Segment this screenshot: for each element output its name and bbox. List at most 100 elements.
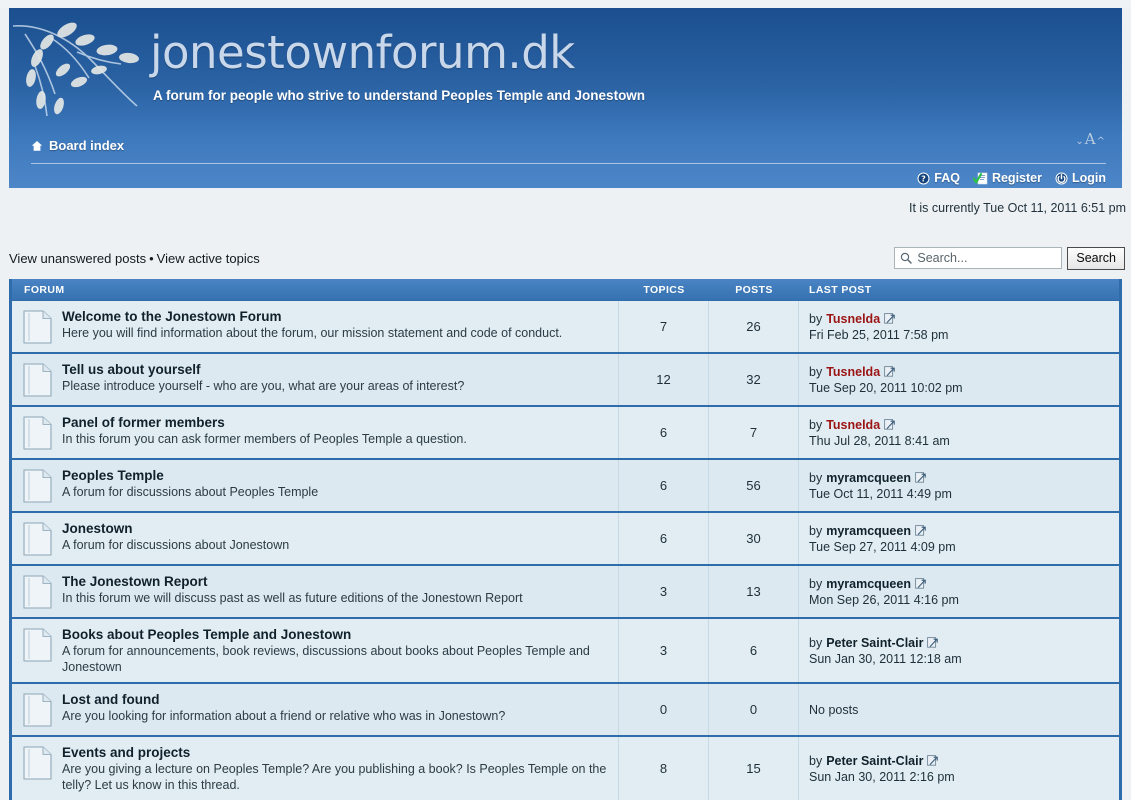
forum-title[interactable]: Lost and found (62, 692, 505, 708)
forum-cell: Events and projects Are you giving a lect… (12, 737, 619, 800)
last-post-date: Sun Jan 30, 2011 12:18 am (809, 651, 962, 666)
goto-last-post-icon[interactable] (927, 637, 939, 648)
table-row[interactable]: Welcome to the Jonestown Forum Here you w… (12, 301, 1119, 354)
faq-icon: ? (917, 172, 930, 184)
forum-title[interactable]: The Jonestown Report (62, 574, 523, 590)
column-header-forum: FORUM (24, 283, 65, 296)
last-post-author[interactable]: Tusnelda (826, 311, 880, 327)
goto-last-post-icon[interactable] (915, 578, 926, 589)
font-size-control[interactable]: ⌄A^ (1075, 130, 1106, 148)
forum-title[interactable]: Events and projects (62, 745, 610, 761)
posts-count: 30 (709, 513, 799, 564)
posts-count: 7 (709, 407, 799, 458)
last-post-by-label: by (809, 523, 823, 538)
table-row[interactable]: Books about Peoples Temple and Jonestown… (12, 619, 1119, 684)
last-post-author[interactable]: Peter Saint-Clair (826, 635, 923, 651)
forum-cell: Tell us about yourself Please introduce y… (12, 354, 619, 405)
faq-link[interactable]: ? FAQ (917, 171, 960, 185)
last-post-date: Tue Sep 20, 2011 10:02 pm (809, 380, 963, 395)
posts-count: 15 (709, 737, 799, 800)
posts-count: 32 (709, 354, 799, 405)
goto-last-post-icon[interactable] (915, 472, 926, 483)
view-unanswered-posts-link[interactable]: View unanswered posts (9, 251, 146, 266)
forum-cell: Books about Peoples Temple and Jonestown… (12, 619, 619, 682)
table-row[interactable]: Peoples Temple A forum for discussions ab… (12, 460, 1119, 513)
forum-description: A forum for discussions about Peoples Te… (62, 485, 319, 499)
forum-folder-icon (23, 469, 52, 503)
forum-description: A forum for announcements, book reviews,… (62, 644, 590, 674)
forum-title[interactable]: Books about Peoples Temple and Jonestown (62, 627, 610, 643)
site-title[interactable]: jonestownforum.dk (150, 26, 575, 79)
last-post-author[interactable]: Peter Saint-Clair (826, 753, 923, 769)
search-input[interactable]: Search... (894, 247, 1063, 269)
goto-last-post-icon[interactable] (884, 313, 895, 324)
forum-folder-icon (23, 693, 52, 727)
column-header-topics: TOPICS (643, 283, 685, 296)
faq-label[interactable]: FAQ (934, 171, 960, 185)
topics-count: 3 (619, 566, 709, 617)
site-header: jonestownforum.dk A forum for people who… (9, 8, 1122, 188)
posts-count: 26 (709, 301, 799, 352)
register-link[interactable]: Register (972, 171, 1042, 185)
posts-count: 0 (709, 684, 799, 735)
forum-cell: Panel of former members In this forum you… (12, 407, 619, 458)
topics-count: 7 (619, 301, 709, 352)
last-post-author[interactable]: myramcqueen (826, 470, 911, 486)
posts-count: 6 (709, 619, 799, 682)
last-post-cell: by Tusnelda Thu Jul 28, 2011 8:41 am (799, 407, 1119, 458)
register-label[interactable]: Register (992, 171, 1042, 185)
forum-title[interactable]: Welcome to the Jonestown Forum (62, 309, 562, 325)
search-placeholder: Search... (917, 251, 968, 265)
forum-folder-icon (23, 363, 52, 397)
forum-page: jonestownforum.dk A forum for people who… (0, 8, 1131, 800)
login-link[interactable]: Login (1055, 171, 1106, 185)
last-post-cell: by Peter Saint-Clair Sun Jan 30, 2011 12:1… (799, 619, 1119, 682)
forum-list-table: FORUM TOPICS POSTS LAST POST Welcome to … (9, 279, 1122, 800)
goto-last-post-icon[interactable] (884, 366, 895, 377)
search-button[interactable]: Search (1067, 246, 1125, 270)
posts-count: 13 (709, 566, 799, 617)
table-row[interactable]: The Jonestown Report In this forum we wil… (12, 566, 1119, 619)
last-post-author[interactable]: myramcqueen (826, 576, 911, 592)
table-row[interactable]: Panel of former members In this forum you… (12, 407, 1119, 460)
magnifier-icon (901, 252, 913, 264)
topics-count: 6 (619, 513, 709, 564)
table-row[interactable]: Lost and found Are you looking for inform… (12, 684, 1119, 737)
forum-folder-icon (23, 575, 52, 609)
last-post-author[interactable]: myramcqueen (826, 523, 911, 539)
forum-folder-icon (23, 746, 52, 780)
forum-cell: Jonestown A forum for discussions about J… (12, 513, 619, 564)
goto-last-post-icon[interactable] (927, 755, 939, 766)
last-post-cell: by myramcqueen Tue Sep 27, 2011 4:09 pm (799, 513, 1119, 564)
last-post-author[interactable]: Tusnelda (826, 417, 880, 433)
topics-count: 6 (619, 460, 709, 511)
last-post-cell: No posts (799, 684, 1119, 735)
forum-title[interactable]: Peoples Temple (62, 468, 318, 484)
topics-count: 6 (619, 407, 709, 458)
forum-title[interactable]: Panel of former members (62, 415, 467, 431)
forum-title[interactable]: Tell us about yourself (62, 362, 464, 378)
breadcrumb-label[interactable]: Board index (49, 138, 124, 153)
forum-description: Here you will find information about the… (62, 326, 563, 340)
breadcrumb[interactable]: Board index (31, 138, 124, 153)
font-size-increase-icon[interactable]: ^ (1097, 136, 1106, 147)
column-header-posts: POSTS (735, 283, 773, 296)
last-post-cell: by myramcqueen Mon Sep 26, 2011 4:16 pm (799, 566, 1119, 617)
last-post-by-label: by (809, 635, 823, 650)
goto-last-post-icon[interactable] (884, 419, 895, 430)
action-bar: View unanswered posts • View active topics… (0, 241, 1131, 275)
table-row[interactable]: Events and projects Are you giving a lect… (12, 737, 1119, 800)
font-size-decrease-icon[interactable]: ⌄ (1075, 136, 1084, 147)
forum-cell: Welcome to the Jonestown Forum Here you w… (12, 301, 619, 352)
table-header-row: FORUM TOPICS POSTS LAST POST (12, 279, 1119, 301)
table-row[interactable]: Tell us about yourself Please introduce y… (12, 354, 1119, 407)
last-post-author[interactable]: Tusnelda (826, 364, 880, 380)
search-box: Search... Search (894, 246, 1125, 270)
top-navigation: ? FAQ Register Login (917, 171, 1106, 185)
last-post-none: No posts (809, 702, 859, 717)
login-label[interactable]: Login (1072, 171, 1106, 185)
view-active-topics-link[interactable]: View active topics (157, 251, 260, 266)
table-row[interactable]: Jonestown A forum for discussions about J… (12, 513, 1119, 566)
forum-title[interactable]: Jonestown (62, 521, 289, 537)
goto-last-post-icon[interactable] (915, 525, 926, 536)
